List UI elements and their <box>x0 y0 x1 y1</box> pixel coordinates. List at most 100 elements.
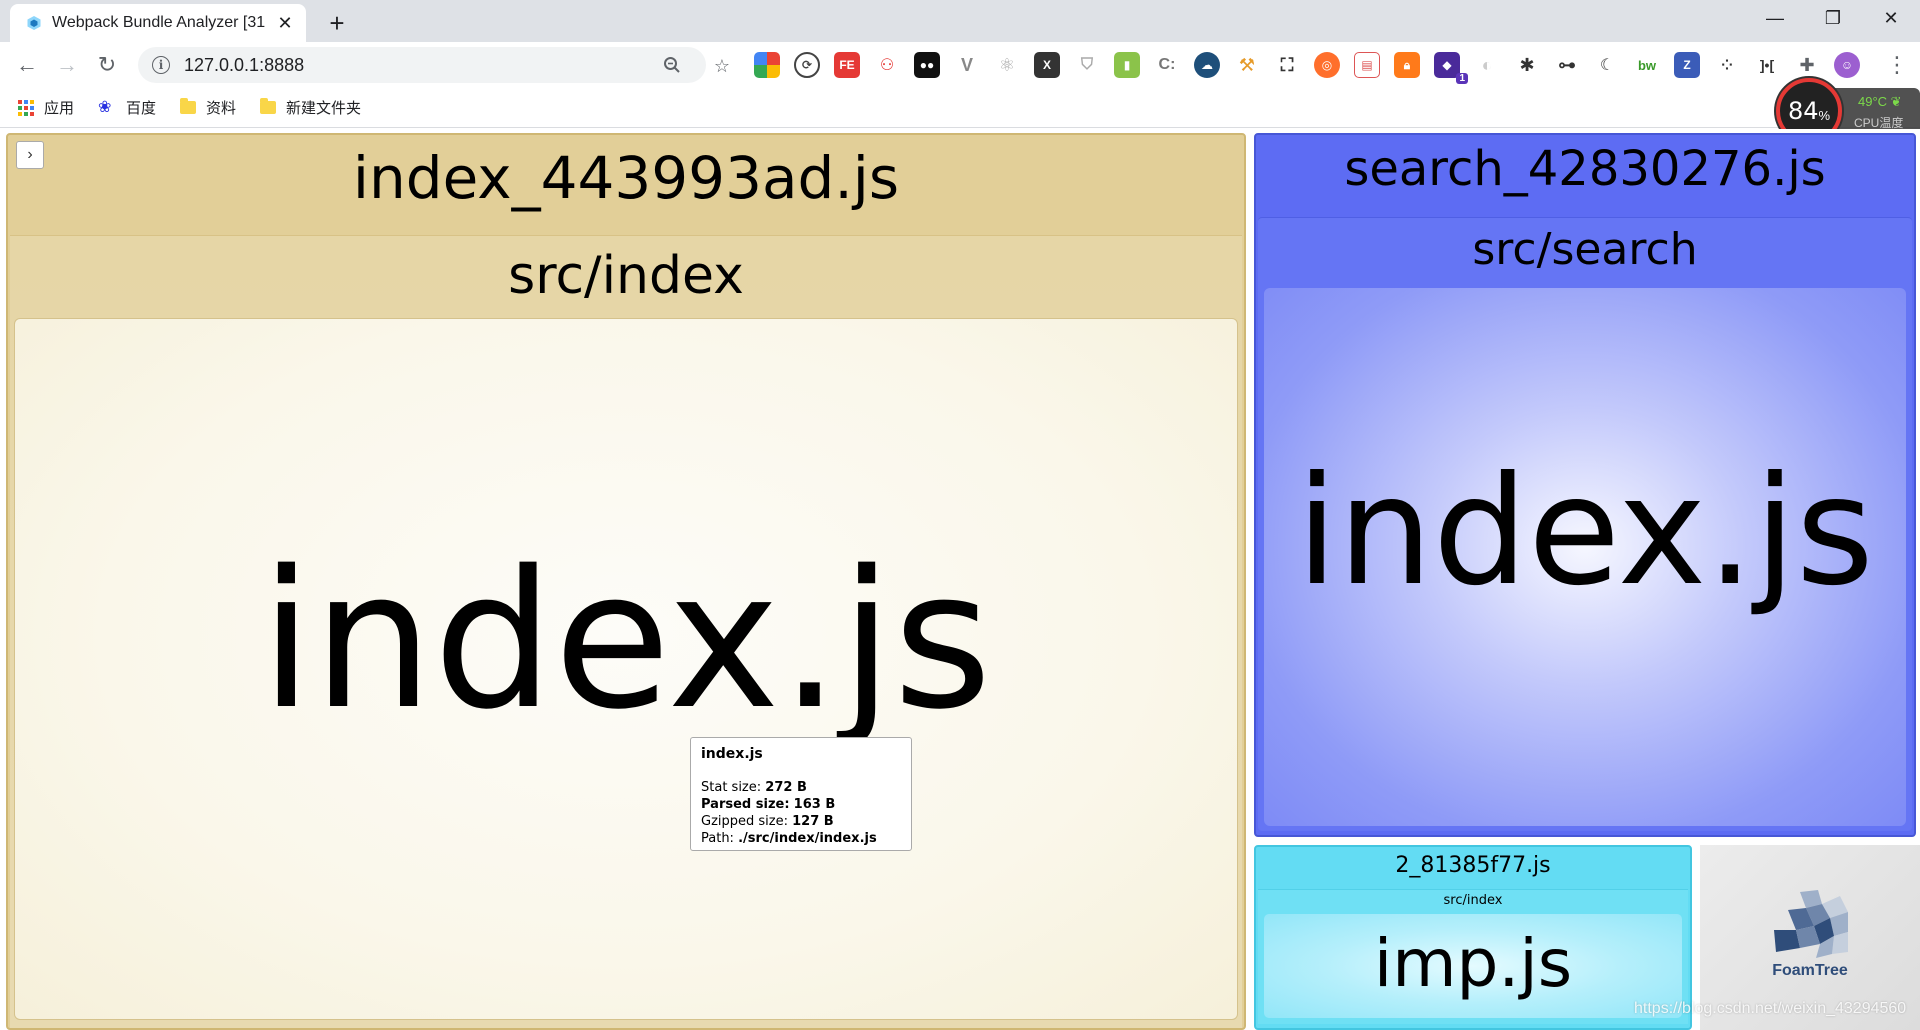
module-imp-js[interactable]: imp.js <box>1264 914 1682 1018</box>
tooltip-value: 272 B <box>765 780 807 795</box>
z-extension-icon[interactable]: Z <box>1674 52 1700 78</box>
treemap-canvas[interactable]: index_443993ad.js src/index index.js sea… <box>0 129 1920 1030</box>
bundle-chunk-2[interactable]: 2_81385f77.js src/index imp.js <box>1254 845 1692 1030</box>
address-bar[interactable]: i 127.0.0.1:8888 <box>138 47 706 83</box>
shield-extension-icon[interactable]: ⛉ <box>1074 52 1100 78</box>
module-tooltip: index.js Stat size: 272 B Parsed size: 1… <box>690 737 912 851</box>
bundle-index[interactable]: index_443993ad.js src/index index.js <box>6 133 1246 1030</box>
foamtree-logo: FoamTree <box>1700 865 1920 1005</box>
cpu-temperature: 49°C ❦ <box>1858 94 1902 110</box>
close-window-icon[interactable]: ✕ <box>1862 0 1920 36</box>
bookmark-apps[interactable]: 应用 <box>18 97 74 118</box>
tab-bar: Webpack Bundle Analyzer [31 ✕ + — ❐ ✕ <box>0 0 1920 42</box>
folder-icon <box>260 98 277 114</box>
tooltip-label: Gzipped size: <box>701 814 788 829</box>
purple-cube-extension-icon[interactable]: ◆ 1 <box>1434 52 1468 84</box>
cloud-extension-icon[interactable]: ☁ <box>1194 52 1220 78</box>
bookmark-folder-new[interactable]: 新建文件夹 <box>260 97 361 118</box>
webpack-favicon-icon <box>27 16 41 30</box>
restore-window-icon[interactable]: ❐ <box>1804 0 1862 36</box>
tooltip-label: Parsed size: <box>701 797 790 812</box>
color-picker-extension-icon[interactable] <box>754 52 780 78</box>
fe-helper-extension-icon[interactable]: FE <box>834 52 860 78</box>
tooltip-stat-size: Stat size: 272 B <box>701 779 901 796</box>
group-src-search[interactable]: src/search index.js <box>1258 217 1912 831</box>
group-src-index[interactable]: src/index index.js <box>10 235 1242 1028</box>
zoom-magnifier-icon[interactable] <box>658 51 686 79</box>
tooltip-path: Path: ./src/index/index.js <box>701 830 901 847</box>
network-extension-icon[interactable]: ⚇ <box>874 52 900 78</box>
tooltip-label: Stat size: <box>701 780 762 795</box>
foamtree-mosaic-icon <box>1774 890 1848 958</box>
screenshot-extension-icon[interactable]: ⛶ <box>1274 52 1300 78</box>
orange-extension-icon[interactable]: ◎ <box>1314 52 1340 78</box>
module-title: index.js <box>260 530 992 751</box>
module-index-js[interactable]: index.js <box>14 318 1238 1020</box>
react-devtools-extension-icon[interactable]: ⚛ <box>994 52 1020 78</box>
bookmark-baidu[interactable]: ❀ 百度 <box>98 97 156 118</box>
url-text[interactable]: 127.0.0.1:8888 <box>184 55 304 76</box>
sidebar-toggle-chevron-right-icon[interactable]: › <box>16 141 44 169</box>
dark-mode-extension-icon[interactable]: ☾ <box>1594 52 1620 78</box>
browser-tab-active[interactable]: Webpack Bundle Analyzer [31 ✕ <box>10 4 306 42</box>
browser-toolbar: ← → ↻ i 127.0.0.1:8888 ☆ ⟳ FE ⚇ ●● V ⚛ X… <box>0 42 1920 88</box>
module-title: index.js <box>1296 445 1874 619</box>
glasses-extension-icon[interactable]: ⊶ <box>1554 52 1580 78</box>
moon-gray-extension-icon[interactable]: ◐ <box>1474 52 1500 78</box>
group-title: src/index <box>508 246 744 306</box>
browser-menu-icon[interactable]: ⋮ <box>1882 50 1912 80</box>
back-arrow-icon[interactable]: ← <box>10 48 44 82</box>
cpu-temperature-value: 49°C <box>1858 94 1888 109</box>
dots-extension-icon[interactable]: ⁘ <box>1714 52 1740 78</box>
profile-avatar-icon[interactable]: ☺ <box>1834 52 1860 78</box>
tooltip-label: Path: <box>701 831 734 846</box>
tooltip-value: 163 B <box>793 797 836 812</box>
bundle-title: search_42830276.js <box>1344 141 1826 197</box>
foamtree-logo-text: FoamTree <box>1772 962 1848 979</box>
x-extension-icon[interactable]: X <box>1034 52 1060 78</box>
bracket-extension-icon[interactable]: ]•[ <box>1754 52 1780 78</box>
tab-title: Webpack Bundle Analyzer [31 <box>52 14 266 31</box>
tooltip-title: index.js <box>701 746 763 762</box>
forward-arrow-icon[interactable]: → <box>50 48 84 82</box>
ruler-extension-icon[interactable]: ▮ <box>1114 52 1140 78</box>
bundle-title: index_443993ad.js <box>352 144 900 212</box>
bw-extension-icon[interactable]: bw <box>1634 52 1660 78</box>
lock-extension-icon[interactable]: 🔒︎ <box>1394 52 1420 78</box>
tooltip-value: ./src/index/index.js <box>738 831 877 846</box>
leaf-icon: ❦ <box>1890 94 1902 109</box>
module-title: imp.js <box>1373 925 1573 1002</box>
minimize-window-icon[interactable]: — <box>1746 0 1804 36</box>
tab-close-icon[interactable]: ✕ <box>274 12 296 34</box>
wrench-extension-icon[interactable]: ⚒ <box>1234 52 1260 78</box>
site-info-icon[interactable]: i <box>152 56 170 74</box>
bug-extension-icon[interactable]: ✱ <box>1514 52 1540 78</box>
module-index-js[interactable]: index.js <box>1264 288 1906 826</box>
baidu-paw-icon: ❀ <box>98 98 112 116</box>
bundle-search[interactable]: search_42830276.js src/search index.js <box>1254 133 1916 837</box>
tooltip-parsed-size: Parsed size: 163 B <box>701 796 901 813</box>
vue-devtools-extension-icon[interactable]: V <box>954 52 980 78</box>
new-tab-plus-icon[interactable]: + <box>322 8 352 38</box>
apps-grid-icon <box>18 99 34 116</box>
reload-icon[interactable]: ↻ <box>90 48 124 82</box>
css-extension-icon[interactable]: C: <box>1154 52 1180 78</box>
cpu-usage-value: 84 <box>1787 97 1819 125</box>
watermark: https://blog.csdn.net/weixin_43294560 <box>1634 1000 1907 1017</box>
bookmark-label: 应用 <box>44 100 75 117</box>
notes-extension-icon[interactable]: ▤ <box>1354 52 1380 78</box>
tampermonkey-extension-icon[interactable]: ●● <box>914 52 940 78</box>
tooltip-gzipped-size: Gzipped size: 127 B <box>701 813 901 830</box>
cpu-usage-unit: % <box>1818 107 1831 123</box>
group-title: src/index <box>1443 893 1503 908</box>
bookmark-folder-ziliao[interactable]: 资料 <box>180 97 236 118</box>
bookmark-label: 新建文件夹 <box>286 100 362 117</box>
bookmarks-bar: 应用 ❀ 百度 资料 新建文件夹 <box>0 88 1920 128</box>
extension-badge: 1 <box>1456 73 1468 84</box>
bookmark-star-icon[interactable]: ☆ <box>708 52 736 80</box>
puzzle-extensions-icon[interactable]: ✚ <box>1794 52 1820 78</box>
sync-extension-icon[interactable]: ⟳ <box>794 52 820 78</box>
group-title: src/search <box>1472 224 1698 275</box>
extensions-row: ⟳ FE ⚇ ●● V ⚛ X ⛉ ▮ C: ☁ ⚒ ⛶ ◎ ▤ 🔒︎ ◆ 1 ◐… <box>754 52 1874 84</box>
group-src-index[interactable]: src/index imp.js <box>1258 889 1688 1024</box>
